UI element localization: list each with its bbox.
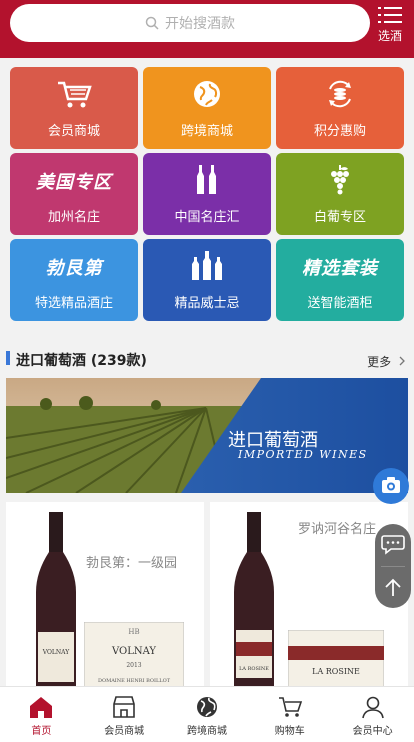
vineyard-image	[6, 378, 408, 493]
globe-icon	[194, 81, 220, 107]
banner-subtitle: IMPORTED WINES	[238, 448, 368, 461]
tile-label: 积分惠购	[313, 124, 366, 139]
imported-wines-banner[interactable]: 进口葡萄酒 IMPORTED WINES	[6, 378, 408, 493]
chevron-right-icon	[399, 356, 405, 366]
tab-home[interactable]: 首页	[0, 687, 83, 742]
header: 开始搜酒款 选酒	[0, 0, 414, 58]
tile-title: 勃艮第	[45, 258, 103, 279]
wine-label-domaine: DOMAINE HENRI BOILLOT	[98, 678, 171, 684]
tile-white-wine[interactable]: 白葡专区	[276, 153, 404, 235]
tab-label: 首页	[31, 726, 52, 737]
search-icon	[145, 16, 159, 30]
tile-label: 白葡专区	[313, 210, 366, 225]
tile-cross-border[interactable]: 跨境商城	[143, 67, 271, 149]
wine-label-image: LA ROSINE	[288, 630, 384, 692]
tile-label: 精品威士忌	[174, 296, 240, 311]
floating-side-buttons	[375, 524, 411, 608]
wine-label-image: HB VOLNAY 2013 DOMAINE HENRI BOILLOT	[84, 622, 184, 692]
tile-whisky[interactable]: 精品威士忌	[143, 239, 271, 321]
wine-label-year: 2013	[126, 662, 141, 669]
tile-label: 跨境商城	[180, 124, 233, 139]
tile-burgundy[interactable]: 勃艮第 特选精品酒庄	[10, 239, 138, 321]
user-icon	[361, 696, 384, 719]
home-icon	[30, 697, 53, 718]
camera-button[interactable]	[373, 468, 409, 504]
bottle-label-text: LA ROSINE	[239, 666, 269, 672]
back-to-top-icon[interactable]	[375, 568, 411, 608]
whisky-bottles-icon	[192, 251, 222, 280]
tab-label: 会员中心	[352, 726, 393, 737]
tab-cart[interactable]: 购物车	[248, 687, 331, 742]
section-title: 进口葡萄酒 (239款)	[16, 353, 147, 369]
tile-label: 加州名庄	[47, 210, 100, 225]
tile-label: 特选精品酒庄	[34, 296, 113, 311]
product-caption: 勃艮第：一级园	[86, 556, 178, 571]
store-icon	[113, 696, 135, 718]
list-icon	[378, 7, 402, 23]
tab-label: 购物车	[274, 726, 305, 737]
tile-member-mall[interactable]: 会员商城	[10, 67, 138, 149]
more-label: 更多	[367, 355, 392, 369]
tab-label: 会员商城	[104, 726, 145, 737]
svg-text:HB: HB	[128, 628, 139, 636]
filter-label: 选酒	[377, 29, 402, 43]
coin-exchange-icon	[329, 80, 351, 108]
tile-gift-sets[interactable]: 精选套装 送智能酒柜	[276, 239, 404, 321]
shopping-cart-icon	[58, 81, 92, 108]
cart-icon	[278, 697, 302, 717]
grapes-icon	[331, 165, 349, 195]
tile-title: 精选套装	[302, 258, 378, 279]
product-card[interactable]: 勃艮第：一级园 VOLNAY HB VOLNAY 2013 DOMAINE HE…	[6, 502, 204, 692]
more-link[interactable]: 更多	[367, 353, 406, 370]
tab-cross-border[interactable]: 跨境商城	[166, 687, 249, 742]
chat-icon[interactable]	[375, 524, 411, 564]
section-accent-bar	[6, 351, 10, 365]
filter-button[interactable]: 选酒	[372, 4, 408, 44]
tile-label: 中国名庄汇	[174, 210, 240, 225]
divider	[381, 566, 405, 567]
section-header: 进口葡萄酒 (239款) 更多	[0, 334, 414, 378]
tile-title: 美国专区	[36, 172, 112, 193]
search-input[interactable]: 开始搜酒款	[10, 4, 370, 42]
category-grid: 会员商城 跨境商城 积分惠购 美国专区 加州名庄 中国名庄汇 白葡专区 勃艮第 …	[10, 67, 404, 321]
bottles-icon	[197, 165, 216, 194]
tab-member-mall[interactable]: 会员商城	[83, 687, 166, 742]
tile-china[interactable]: 中国名庄汇	[143, 153, 271, 235]
wine-label-name: VOLNAY	[111, 646, 156, 657]
tab-label: 跨境商城	[186, 726, 227, 737]
tile-label: 送智能酒柜	[307, 296, 373, 311]
product-caption: 罗讷河谷名庄	[298, 522, 377, 537]
bottle-label-text: VOLNAY	[42, 649, 70, 656]
bottom-tab-bar: 首页 会员商城 跨境商城 购物车 会员中心	[0, 686, 414, 742]
wine-label-name: LA ROSINE	[312, 667, 360, 676]
wine-bottle-image: LA ROSINE	[234, 512, 274, 692]
tab-member-center[interactable]: 会员中心	[331, 687, 414, 742]
tile-usa[interactable]: 美国专区 加州名庄	[10, 153, 138, 235]
search-placeholder: 开始搜酒款	[165, 16, 235, 32]
tile-points[interactable]: 积分惠购	[276, 67, 404, 149]
camera-icon	[382, 477, 400, 493]
tile-label: 会员商城	[47, 124, 100, 139]
wine-bottle-image: VOLNAY	[36, 512, 76, 692]
globe-icon	[196, 697, 217, 717]
